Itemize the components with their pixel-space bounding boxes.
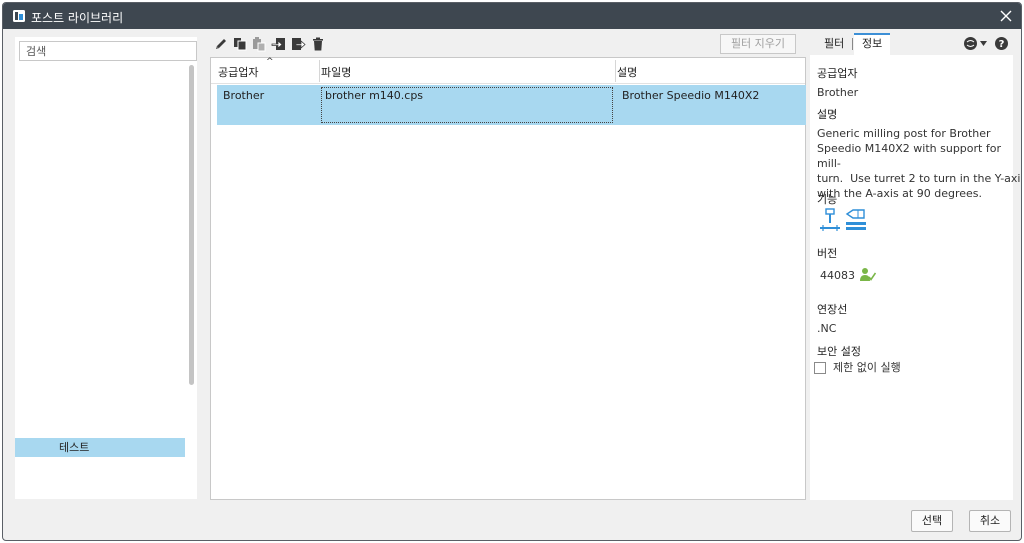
folder-item-label: 테스트 <box>59 441 90 454</box>
unrestricted-checkbox[interactable] <box>814 362 826 374</box>
version-label: 버전 <box>817 247 838 260</box>
cell-description: Brother Speedio M140X2 <box>622 89 760 102</box>
tab-info[interactable]: 정보 <box>854 33 891 55</box>
sort-ascending-icon: ^ <box>266 57 274 67</box>
help-icon[interactable]: ? <box>994 36 1009 51</box>
post-library-dialog: 포스트 라이브러리 테스트 <box>2 2 1022 541</box>
edit-icon[interactable] <box>213 36 229 52</box>
post-list-grid: ^ 공급업자 파일명 설명 Brother brother m140.cps B… <box>210 57 806 500</box>
capability-label: 기능 <box>817 193 838 206</box>
description-line: Speedio M140X2 with support for mill- <box>817 142 1001 170</box>
vendor-section: 공급업자 Brother <box>817 65 1007 100</box>
search-input[interactable] <box>19 41 197 61</box>
grid-header: ^ 공급업자 파일명 설명 <box>211 57 805 84</box>
extension-value: .NC <box>817 322 837 335</box>
library-tree-panel: 테스트 <box>15 37 197 499</box>
details-panel: 필터 정보 ? 공급업자 Brother 설명 Generic milling … <box>810 33 1022 500</box>
clear-filter-button[interactable]: 필터 지우기 <box>720 34 796 54</box>
post-toolbar: 필터 지우기 <box>210 33 806 57</box>
cell-filename: brother m140.cps <box>325 89 424 102</box>
extension-label: 연장선 <box>817 303 848 316</box>
column-header-vendor[interactable]: 공급업자 <box>218 64 258 80</box>
table-row[interactable]: Brother brother m140.cps Brother Speedio… <box>217 85 806 125</box>
version-value: 44083 <box>820 269 855 282</box>
security-section: 보안 설정 제한 없이 실행 <box>814 343 1007 374</box>
cancel-button[interactable]: 취소 <box>969 510 1011 532</box>
column-separator[interactable] <box>319 60 320 82</box>
milling-icon <box>820 208 840 231</box>
security-label: 보안 설정 <box>817 345 861 358</box>
cell-vendor: Brother <box>223 89 265 102</box>
unrestricted-label[interactable]: 제한 없이 실행 <box>833 360 901 375</box>
export-icon[interactable] <box>290 36 306 52</box>
window-title: 포스트 라이브러리 <box>31 11 124 25</box>
details-tabs: 필터 정보 ? <box>810 33 1013 55</box>
svg-text:?: ? <box>999 39 1005 50</box>
turning-icon <box>845 209 866 230</box>
paste-icon[interactable] <box>251 36 267 52</box>
select-button[interactable]: 선택 <box>911 510 953 532</box>
extension-section: 연장선 .NC <box>817 301 1007 336</box>
tree-scrollbar-thumb[interactable] <box>189 65 194 385</box>
tab-divider <box>852 38 853 50</box>
vendor-value: Brother <box>817 86 859 99</box>
column-separator[interactable] <box>615 60 616 82</box>
online-help-icon[interactable] <box>963 36 978 51</box>
version-section: 버전 44083 <box>817 245 1007 282</box>
description-label: 설명 <box>817 108 838 121</box>
title-bar: 포스트 라이브러리 <box>3 3 1021 29</box>
capability-section: 기능 <box>817 191 1007 231</box>
import-icon[interactable] <box>271 36 287 52</box>
tab-filter[interactable]: 필터 <box>816 33 852 55</box>
vendor-label: 공급업자 <box>817 67 858 80</box>
user-check-icon <box>860 268 876 281</box>
copy-icon[interactable] <box>232 36 248 52</box>
description-line: turn. Use turret 2 to turn in the Y-axis <box>817 172 1022 185</box>
post-library-app-icon <box>13 10 25 22</box>
chevron-down-icon[interactable] <box>980 41 987 46</box>
folder-item-test[interactable]: 테스트 <box>15 438 185 457</box>
column-header-description[interactable]: 설명 <box>617 64 637 80</box>
close-icon[interactable] <box>997 7 1015 25</box>
description-section: 설명 Generic milling post for Brother Spee… <box>817 106 1022 201</box>
delete-icon[interactable] <box>310 36 326 52</box>
description-line: Generic milling post for Brother <box>817 127 991 140</box>
column-header-filename[interactable]: 파일명 <box>321 64 351 80</box>
